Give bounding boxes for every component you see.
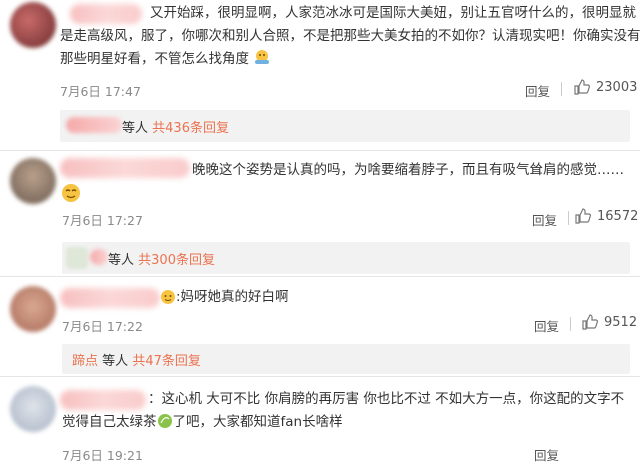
comment-date: 7月6日 17:27 bbox=[62, 213, 143, 228]
divider bbox=[561, 82, 562, 96]
sub-reply-count[interactable]: 共300条回复 bbox=[138, 253, 215, 268]
avatar[interactable] bbox=[10, 386, 56, 432]
like-count: 9512 bbox=[604, 314, 638, 330]
comment-text: ：这心机 大可不比 你肩膀的再厉害 你也比不过 不如大方一点，你这配的文字不 bbox=[148, 391, 625, 407]
divider bbox=[568, 211, 569, 225]
thumbs-up-icon bbox=[574, 79, 590, 95]
avatar[interactable] bbox=[10, 286, 56, 332]
comment-date: 7月6日 17:47 bbox=[60, 84, 141, 99]
comment-text: :妈呀她真的好白啊 bbox=[176, 289, 289, 305]
sub-reply-suffix: 等人 bbox=[108, 253, 135, 268]
like-count: 23003 bbox=[596, 79, 638, 95]
sub-reply-suffix: 等人 bbox=[122, 121, 149, 136]
reply-button[interactable]: 回复 bbox=[525, 81, 550, 100]
avatar[interactable] bbox=[10, 2, 56, 48]
sub-reply-count[interactable]: 共436条回复 bbox=[152, 121, 229, 136]
comment-text-line3: 那些明星好看，不管怎么找角度 bbox=[60, 48, 271, 74]
reply-button[interactable]: 回复 bbox=[532, 210, 557, 229]
sub-replies[interactable]: 等人 共300条回复 bbox=[62, 242, 630, 274]
sub-reply-lead[interactable]: 蹄点 bbox=[72, 354, 98, 369]
comment-text: 又开始踩，很明显啊，人家范冰冰可是国际大美妞，别让五官呀什么的，很明显就 bbox=[150, 5, 636, 21]
like-button[interactable]: 9512 bbox=[582, 314, 637, 330]
thumbs-up-icon bbox=[582, 314, 598, 330]
avatar[interactable] bbox=[10, 158, 56, 204]
comment-3: :妈呀她真的好白啊 7月6日 17:22 回复 9512 蹄点 等人 共47条回… bbox=[0, 276, 640, 376]
username-blurred[interactable] bbox=[60, 390, 146, 410]
like-button[interactable]: 23003 bbox=[574, 79, 637, 95]
username-blurred[interactable] bbox=[60, 288, 160, 308]
sub-replies[interactable]: 蹄点 等人 共47条回复 bbox=[62, 344, 630, 374]
sub-reply-users-blurred bbox=[66, 117, 122, 133]
divider bbox=[570, 317, 571, 331]
emoji-icon bbox=[60, 182, 82, 208]
comment-text-line2: 觉得自己太绿茶 了吧，大家都知道fan长啥样 bbox=[62, 411, 343, 437]
comment-date: 7月6日 17:22 bbox=[62, 319, 143, 334]
sub-reply-avatar bbox=[66, 247, 88, 269]
like-button[interactable]: 16572 bbox=[575, 208, 638, 224]
thumbs-up-icon bbox=[575, 208, 591, 224]
sub-reply-users-blurred bbox=[90, 249, 108, 265]
comment-text-line2: 是走高级风，服了，你哪次和别人合照，不是把那些大美女拍的不如你？认清现实吧！你确… bbox=[60, 28, 640, 44]
comment-date: 7月6日 19:21 bbox=[62, 448, 143, 463]
comment-2: 晚晚这个姿势是认真的吗，为啥要缩着脖子，而且有吸气耸肩的感觉…… 7月6日 17… bbox=[0, 150, 640, 280]
sub-reply-count[interactable]: 共47条回复 bbox=[132, 354, 201, 369]
username-blurred[interactable] bbox=[70, 4, 142, 24]
sub-reply-suffix: 等人 bbox=[102, 354, 129, 369]
sub-replies[interactable]: 等人 共436条回复 bbox=[60, 110, 630, 142]
comment-text: 晚晚这个姿势是认真的吗，为啥要缩着脖子，而且有吸气耸肩的感觉…… bbox=[192, 162, 624, 178]
like-count: 16572 bbox=[597, 208, 639, 224]
comment-1: 又开始踩，很明显啊，人家范冰冰可是国际大美妞，别让五官呀什么的，很明显就 是走高… bbox=[0, 0, 640, 142]
reply-button[interactable]: 回复 bbox=[534, 316, 559, 335]
comment-4: ：这心机 大可不比 你肩膀的再厉害 你也比不过 不如大方一点，你这配的文字不 觉… bbox=[0, 376, 640, 466]
emoji-icon bbox=[160, 289, 176, 309]
leaf-icon bbox=[157, 413, 173, 437]
username-blurred[interactable] bbox=[60, 158, 190, 178]
emoji-icon bbox=[253, 48, 271, 74]
reply-button[interactable]: 回复 bbox=[534, 445, 559, 464]
